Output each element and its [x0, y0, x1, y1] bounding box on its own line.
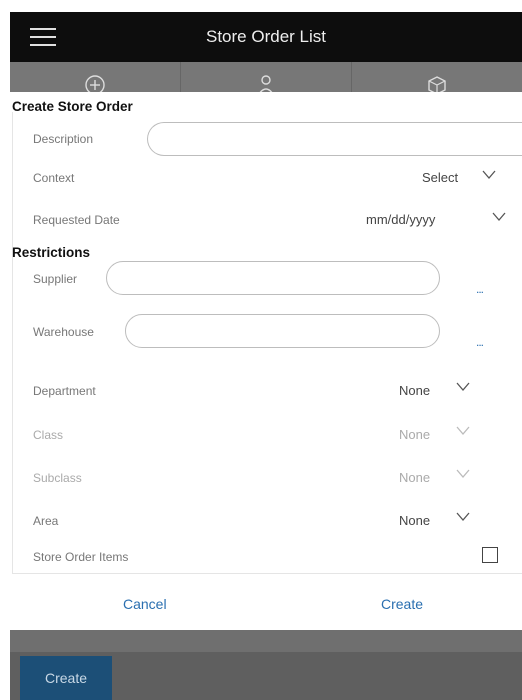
context-label: Context [33, 171, 75, 185]
cancel-button[interactable]: Cancel [123, 596, 167, 612]
chevron-down-icon[interactable] [456, 382, 470, 392]
box-tab[interactable] [352, 62, 522, 92]
warehouse-input[interactable] [125, 314, 440, 348]
restrictions-heading: Restrictions [12, 245, 91, 260]
chevron-down-icon[interactable] [456, 426, 470, 436]
description-label: Description [33, 132, 94, 146]
warehouse-label: Warehouse [33, 325, 94, 339]
department-select[interactable]: None [399, 383, 430, 398]
area-label: Area [33, 514, 59, 528]
chevron-down-icon[interactable] [482, 170, 496, 180]
user-icon [259, 75, 273, 92]
class-select[interactable]: None [399, 427, 430, 442]
supplier-input[interactable] [106, 261, 440, 295]
create-store-order-dialog: Create Store Order Description Context S… [10, 92, 522, 630]
create-button-background[interactable]: Create [20, 656, 112, 700]
page-title: Store Order List [206, 27, 326, 46]
subclass-label: Subclass [33, 471, 82, 485]
warehouse-lookup-button[interactable]: ... [476, 335, 484, 349]
store-order-items-label: Store Order Items [33, 550, 129, 564]
subclass-select[interactable]: None [399, 470, 430, 485]
requested-date-label: Requested Date [33, 213, 120, 227]
requested-date-input[interactable]: mm/dd/yyyy [366, 212, 435, 227]
chevron-down-icon[interactable] [456, 512, 470, 522]
chevron-down-icon[interactable] [456, 469, 470, 479]
supplier-label: Supplier [33, 272, 78, 286]
app-header: Store Order List [10, 12, 522, 62]
supplier-lookup-button[interactable]: ... [476, 282, 484, 296]
create-button[interactable]: Create [381, 596, 423, 612]
add-tab[interactable] [10, 62, 181, 92]
area-select[interactable]: None [399, 513, 430, 528]
description-input[interactable] [147, 122, 522, 156]
context-select[interactable]: Select [422, 170, 458, 185]
department-label: Department [33, 384, 96, 398]
store-order-items-checkbox[interactable] [482, 547, 498, 563]
toolbar [10, 62, 522, 92]
class-label: Class [33, 428, 64, 442]
add-circle-icon [85, 75, 105, 92]
chevron-down-icon[interactable] [492, 212, 506, 222]
person-tab[interactable] [181, 62, 352, 92]
box-icon [428, 76, 446, 92]
